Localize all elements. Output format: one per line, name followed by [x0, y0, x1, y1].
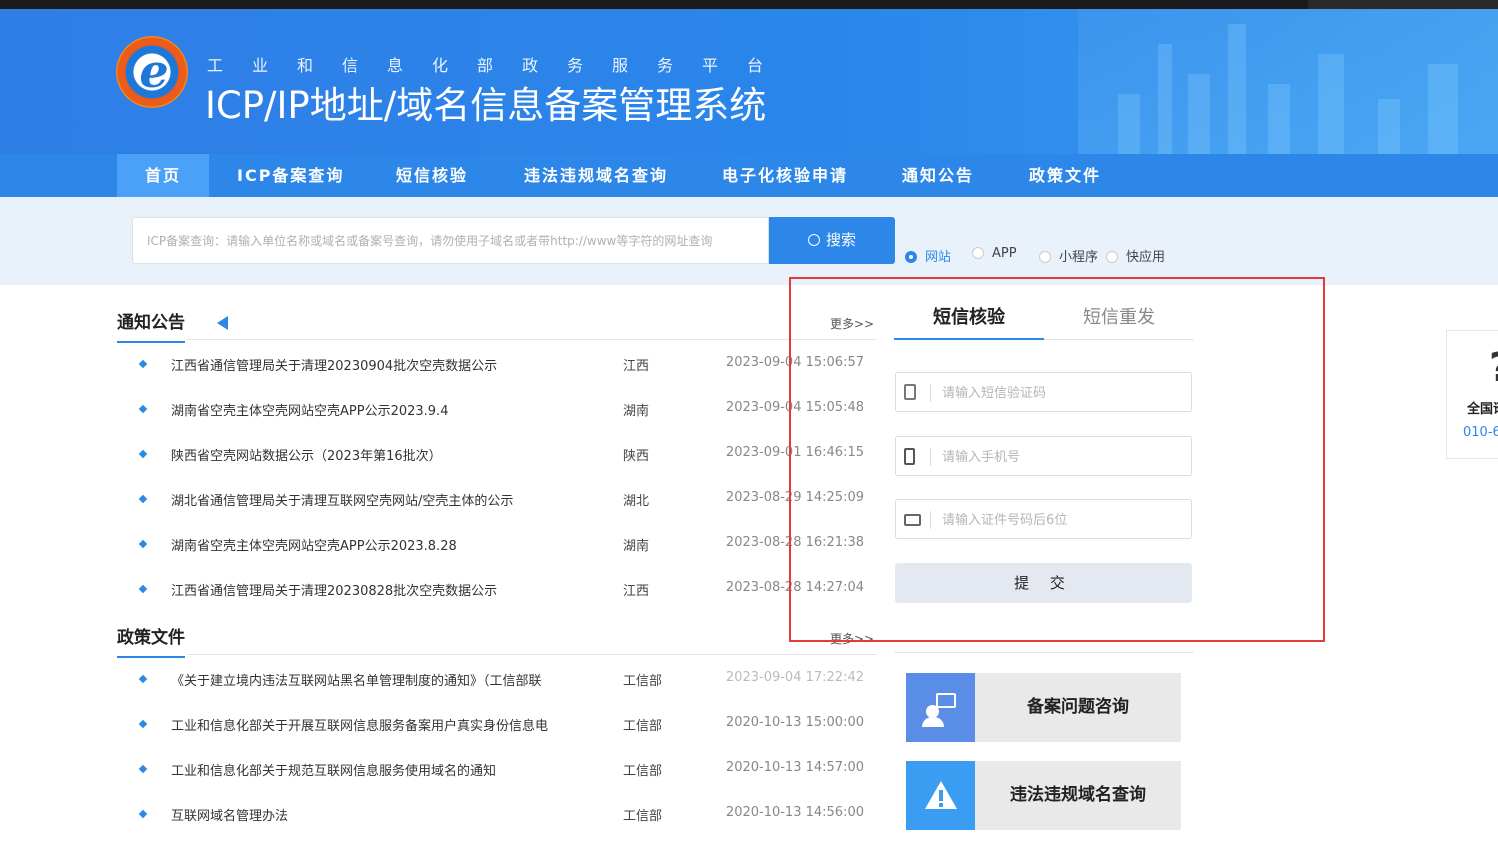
policy-source: 工信部 — [623, 764, 663, 779]
radio-mini-program-label: 小程序 — [1059, 250, 1099, 265]
policies-title: 政策文件 — [117, 623, 185, 658]
phone-field — [895, 436, 1192, 476]
nav-notices[interactable]: 通知公告 — [902, 154, 974, 197]
notice-date: 2023-09-04 15:05:48 — [725, 400, 864, 415]
site-title: ICP/IP地址/域名信息备案管理系统 — [205, 84, 767, 127]
notice-date: 2023-08-28 14:27:04 — [725, 580, 864, 595]
speaker-icon — [217, 316, 228, 330]
policy-source: 工信部 — [623, 719, 663, 734]
notice-title: 湖南省空壳主体空壳网站空壳APP公示2023.9.4 — [171, 404, 449, 419]
policy-date: 2023-09-04 17:22:42 — [725, 670, 864, 685]
policy-row[interactable]: 工业和信息化部关于开展互联网信息服务备案用户真实身份信息电 工信部 2020-10-… — [117, 715, 877, 735]
illegal-domain-label: 违法违规域名查询 — [1010, 785, 1146, 805]
notice-province: 江西 — [623, 584, 650, 599]
policy-row[interactable]: 《关于建立境内违法互联网站黑名单管理制度的通知》（工信部联 工信部 2023-09-… — [117, 670, 877, 690]
notices-more-link[interactable]: 更多>> — [830, 315, 874, 332]
tab-sms-verify[interactable]: 短信核验 — [894, 303, 1044, 340]
radio-app[interactable]: APP — [972, 246, 1017, 262]
notice-date: 2023-09-04 15:06:57 — [725, 355, 864, 370]
notice-title: 湖南省空壳主体空壳网站空壳APP公示2023.8.28 — [171, 539, 457, 554]
policy-source: 工信部 — [623, 809, 663, 824]
notice-row[interactable]: 江西省通信管理局关于清理20230904批次空壳数据公示 江西 2023-09-04… — [117, 355, 877, 375]
notice-row[interactable]: 湖南省空壳主体空壳网站空壳APP公示2023.9.4 湖南 2023-09-04 1… — [117, 400, 877, 420]
notice-province: 陕西 — [623, 449, 650, 464]
notice-row[interactable]: 陕西省空壳网站数据公示（2023年第16批次） 陕西 2023-09-01 16:4… — [117, 445, 877, 465]
radio-quick-app-label: 快应用 — [1126, 250, 1166, 265]
radio-mini-program[interactable]: 小程序 — [1039, 246, 1099, 265]
policies-divider — [187, 654, 877, 655]
nav-icp-query[interactable]: ICP备案查询 — [237, 154, 344, 197]
sms-code-input[interactable] — [940, 382, 1184, 404]
notice-date: 2023-09-01 16:46:15 — [725, 445, 864, 460]
illegal-domain-tile[interactable]: 违法违规域名查询 — [906, 761, 1181, 830]
search-button-label: 搜索 — [825, 231, 856, 249]
top-utility-bar — [1308, 0, 1498, 9]
id-number-input[interactable] — [940, 509, 1184, 531]
top-system-bar — [0, 0, 1498, 9]
icp-search-input[interactable] — [132, 217, 769, 264]
notice-title: 江西省通信管理局关于清理20230828批次空壳数据公示 — [171, 584, 498, 599]
main-nav: 首页 ICP备案查询 短信核验 违法违规域名查询 电子化核验申请 通知公告 政策… — [0, 154, 1498, 197]
notice-province: 湖南 — [623, 539, 650, 554]
nav-policies[interactable]: 政策文件 — [1029, 154, 1101, 197]
hotline-number: 010-6 — [1463, 425, 1498, 440]
submit-button[interactable]: 提 交 — [895, 563, 1192, 603]
notice-province: 湖南 — [623, 404, 650, 419]
radio-quick-app[interactable]: 快应用 — [1106, 246, 1166, 265]
consult-tile[interactable]: 备案问题咨询 — [906, 673, 1181, 742]
search-button[interactable]: 搜索 — [769, 217, 895, 264]
notice-title: 江西省通信管理局关于清理20230904批次空壳数据公示 — [171, 359, 498, 374]
logo-e-mark: e — [139, 44, 169, 98]
policy-title: 工业和信息化部关于规范互联网信息服务使用域名的通知 — [171, 764, 497, 779]
notices-divider — [187, 339, 877, 340]
notice-date: 2023-08-28 16:21:38 — [725, 535, 864, 550]
hotline-icon: ? — [1489, 345, 1498, 391]
notice-province: 湖北 — [623, 494, 650, 509]
nav-illegal-domain-query[interactable]: 违法违规域名查询 — [524, 154, 668, 197]
sms-tabs: 短信核验 短信重发 — [894, 303, 1194, 340]
id-card-icon — [904, 511, 931, 529]
consult-icon — [906, 673, 975, 742]
phone-input[interactable] — [940, 446, 1184, 468]
mobile-phone-icon — [904, 448, 931, 466]
policy-title: 工业和信息化部关于开展互联网信息服务备案用户真实身份信息电 — [171, 719, 549, 734]
policy-title: 互联网域名管理办法 — [171, 809, 289, 824]
notice-date: 2023-08-29 14:25:09 — [725, 490, 864, 505]
panel-divider — [894, 652, 1194, 653]
policy-date: 2020-10-13 14:57:00 — [725, 760, 864, 775]
policy-title: 《关于建立境内违法互联网站黑名单管理制度的通知》（工信部联 — [171, 674, 542, 689]
policy-row[interactable]: 工业和信息化部关于规范互联网信息服务使用域名的通知 工信部 2020-10-13 1… — [117, 760, 877, 780]
message-phone-icon — [904, 384, 931, 402]
search-icon — [807, 234, 820, 246]
notices-title: 通知公告 — [117, 308, 185, 343]
notice-province: 江西 — [623, 359, 650, 374]
warning-icon — [906, 761, 975, 830]
radio-website-label: 网站 — [925, 250, 952, 265]
radio-app-label: APP — [992, 246, 1017, 261]
policy-date: 2020-10-13 15:00:00 — [725, 715, 864, 730]
policy-date: 2020-10-13 14:56:00 — [725, 805, 864, 820]
city-skyline-decoration — [1078, 9, 1498, 154]
consult-label: 备案问题咨询 — [1027, 697, 1129, 717]
id-number-field — [895, 499, 1192, 539]
site-subtitle: 工业和信息化部政务服务平台 — [207, 56, 793, 75]
tab-sms-resend[interactable]: 短信重发 — [1044, 303, 1194, 338]
policies-more-link[interactable]: 更多>> — [830, 630, 874, 647]
policy-row[interactable]: 互联网域名管理办法 工信部 2020-10-13 14:56:00 — [117, 805, 877, 825]
sms-code-field — [895, 372, 1192, 412]
notice-row[interactable]: 湖北省通信管理局关于清理互联网空壳网站/空壳主体的公示 湖北 2023-08-29 … — [117, 490, 877, 510]
nav-home[interactable]: 首页 — [117, 154, 209, 197]
radio-website[interactable]: 网站 — [905, 246, 952, 265]
policy-source: 工信部 — [623, 674, 663, 689]
notice-title: 陕西省空壳网站数据公示（2023年第16批次） — [171, 449, 442, 464]
notice-row[interactable]: 江西省通信管理局关于清理20230828批次空壳数据公示 江西 2023-08-28… — [117, 580, 877, 600]
hotline-label: 全国谘 — [1467, 402, 1498, 417]
nav-e-verify-apply[interactable]: 电子化核验申请 — [722, 154, 848, 197]
notice-title: 湖北省通信管理局关于清理互联网空壳网站/空壳主体的公示 — [171, 494, 514, 509]
nav-sms-verify[interactable]: 短信核验 — [396, 154, 468, 197]
notice-row[interactable]: 湖南省空壳主体空壳网站空壳APP公示2023.8.28 湖南 2023-08-28 … — [117, 535, 877, 555]
hotline-card[interactable]: ? 全国谘 010-6 — [1446, 330, 1498, 459]
